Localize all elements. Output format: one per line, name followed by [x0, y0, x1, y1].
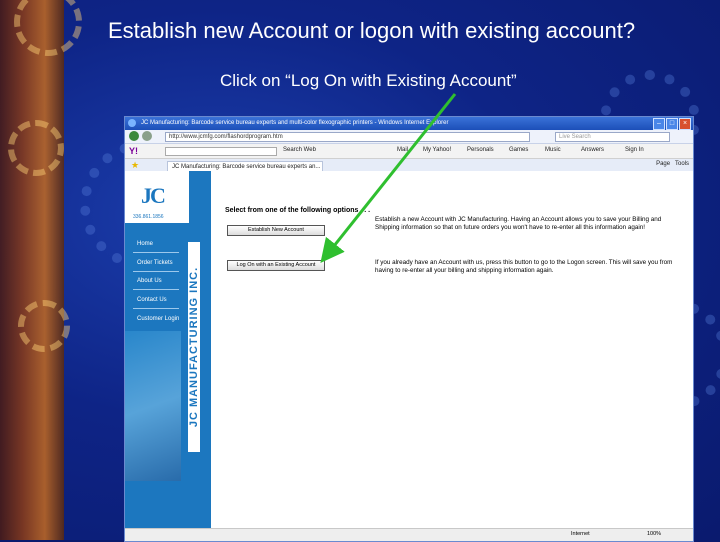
yahoo-logo-icon[interactable]: Y! [129, 146, 138, 156]
brand-vertical-text: JC MANUFACTURING INC. [188, 242, 200, 452]
tools-menu[interactable]: Tools [675, 161, 689, 167]
log-on-description: If you already have an Account with us, … [375, 259, 673, 274]
yahoo-toolbar: Y! Search Web Mail My Yahoo! Personals G… [125, 144, 693, 159]
nav-divider [133, 308, 179, 309]
status-bar: Internet 100% [125, 528, 693, 541]
establish-account-description: Establish a new Account with JC Manufact… [375, 216, 662, 231]
decorative-gear-strip [0, 0, 64, 540]
toolbar-item-music[interactable]: Music [545, 147, 561, 153]
live-search-input[interactable]: Live Search [555, 132, 670, 142]
logo-area: JC 336.861.1856 [125, 171, 189, 223]
brand-vertical-banner: JC MANUFACTURING INC. [181, 231, 211, 471]
toolbar-item-answers[interactable]: Answers [581, 147, 604, 153]
back-icon[interactable] [129, 131, 139, 141]
toolbar-item-sign-in[interactable]: Sign In [625, 147, 644, 153]
address-bar: http://www.jcmfg.com/flashordprogram.htm… [125, 130, 693, 144]
phone-number: 336.861.1856 [133, 214, 164, 220]
page-content: JC 336.861.1856 Home Order Tickets About… [125, 171, 693, 529]
ie-logo-icon [128, 119, 136, 127]
nav-order-tickets[interactable]: Order Tickets [137, 260, 173, 266]
nav-divider [133, 271, 179, 272]
security-zone: Internet [571, 531, 590, 537]
sidebar-product-photo [125, 331, 181, 481]
nav-home[interactable]: Home [137, 241, 153, 247]
window-title: JC Manufacturing: Barcode service bureau… [141, 120, 449, 126]
gear-decoration [18, 300, 70, 352]
toolbar-item-personals[interactable]: Personals [467, 147, 494, 153]
window-titlebar: JC Manufacturing: Barcode service bureau… [125, 117, 693, 130]
toolbar-item-games[interactable]: Games [509, 147, 528, 153]
address-input[interactable]: http://www.jcmfg.com/flashordprogram.htm [165, 132, 530, 142]
minimize-icon[interactable]: – [653, 118, 665, 130]
search-web-button[interactable]: Search Web [283, 147, 316, 153]
zoom-level[interactable]: 100% [647, 531, 661, 537]
jc-logo[interactable]: JC [141, 183, 175, 209]
toolbar-search-input[interactable] [165, 147, 277, 156]
site-sidebar: JC 336.861.1856 Home Order Tickets About… [125, 171, 211, 529]
slide-title: Establish new Account or logon with exis… [108, 18, 636, 43]
nav-divider [133, 252, 179, 253]
browser-window: JC Manufacturing: Barcode service bureau… [124, 116, 694, 542]
nav-divider [133, 289, 179, 290]
gear-decoration [8, 120, 64, 176]
nav-contact-us[interactable]: Contact Us [137, 297, 167, 303]
toolbar-item-my-yahoo[interactable]: My Yahoo! [423, 147, 451, 153]
nav-about-us[interactable]: About Us [137, 278, 162, 284]
establish-new-account-button[interactable]: Establish New Account [227, 225, 325, 236]
slide-subtitle: Click on “Log On with Existing Account” [220, 71, 517, 90]
close-icon[interactable]: × [679, 118, 691, 130]
favorites-star-icon[interactable]: ★ [131, 160, 139, 171]
nav-customer-login[interactable]: Customer Login [137, 316, 179, 322]
options-heading: Select from one of the following options… [225, 207, 371, 214]
log-on-existing-account-button[interactable]: Log On with an Existing Account [227, 260, 325, 271]
toolbar-item-mail[interactable]: Mail [397, 147, 408, 153]
maximize-icon[interactable]: □ [666, 118, 678, 130]
forward-icon[interactable] [142, 131, 152, 141]
page-menu[interactable]: Page [656, 161, 670, 167]
